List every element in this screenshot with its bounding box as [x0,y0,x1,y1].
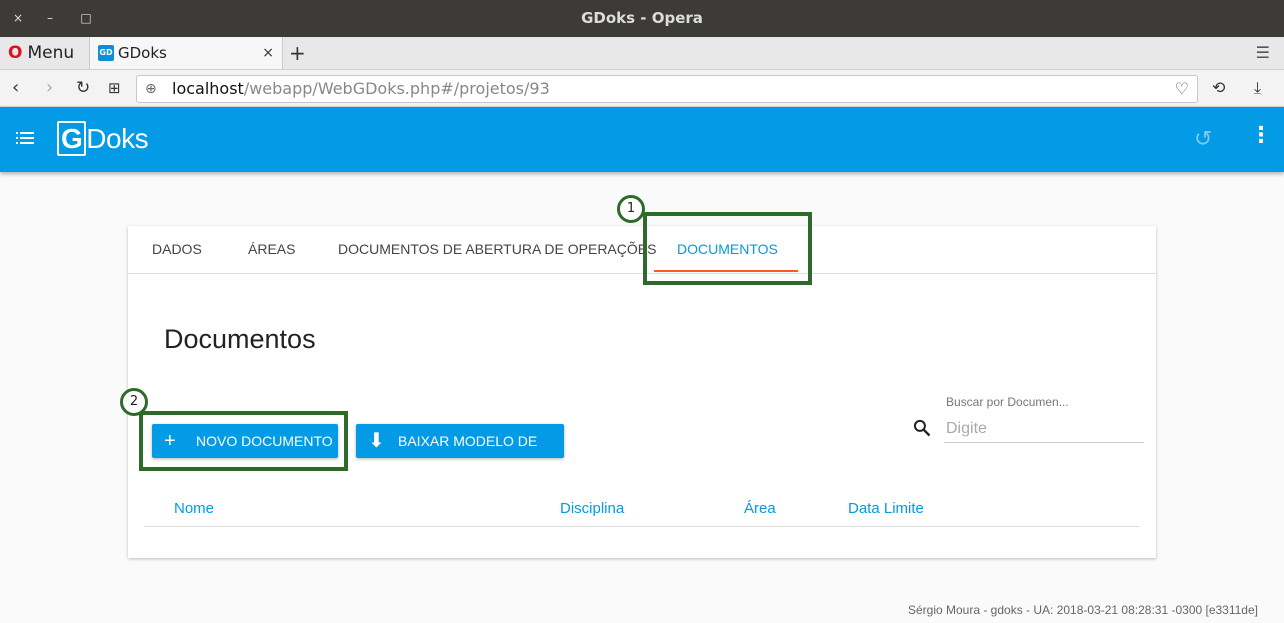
download-ldp-template-button[interactable]: ⬇ BAIXAR MODELO DE LDP [356,424,564,483]
address-bar[interactable]: ⊕ localhost/webapp/WebGDoks.php#/projeto… [136,75,1198,103]
tab-dados[interactable]: DADOS [152,226,202,273]
bookmark-heart-icon[interactable]: ♡ [1175,76,1189,102]
column-area[interactable]: Área [744,500,776,517]
browser-navbar: ‹ › ↻ ⊞ ⊕ localhost/webapp/WebGDoks.php#… [0,70,1284,107]
footer-status: Sérgio Moura - gdoks - UA: 2018-03-21 08… [907,603,1258,617]
gdoks-logo: G Doks [57,121,149,156]
column-nome[interactable]: Nome [174,500,214,517]
new-tab-button[interactable]: + [289,37,306,69]
search-icon [913,419,931,437]
gdoks-favicon-icon: GD [98,45,114,61]
reload-icon[interactable]: ↻ [76,70,90,106]
annotation-badge-2: 2 [120,388,148,416]
tab-documentos-abertura[interactable]: DOCUMENTOS DE ABERTURA DE OPERAÇÕES [338,226,656,273]
page-title: Documentos [164,324,316,354]
forward-icon[interactable]: › [46,70,53,106]
app-toolbar: G Doks ↺ ⋮ [0,107,1284,172]
url-text: localhost/webapp/WebGDoks.php#/projetos/… [172,79,550,98]
globe-icon: ⊕ [145,81,157,97]
sync-icon[interactable]: ⟲ [1212,70,1225,106]
annotation-highlight-documentos-tab [643,212,812,285]
browser-tab-gdoks[interactable]: GD GDoks × [89,37,283,69]
column-data-limite[interactable]: Data Limite [848,500,924,517]
download-ldp-label: BAIXAR MODELO DE LDP [398,433,538,483]
speed-dial-icon[interactable]: ⊞ [108,70,121,106]
opera-menu-label: Menu [27,43,75,63]
sidenav-menu-icon[interactable] [16,130,36,150]
download-icon[interactable]: ⤓ [1254,70,1261,106]
browser-tabstrip: O Menu GD GDoks × + ☰ [0,37,1284,70]
window-title: GDoks - Opera [581,9,703,27]
download-icon: ⬇ [368,430,385,452]
opera-logo-icon: O [8,43,23,63]
search-label: Buscar por Documen... [946,395,1069,409]
project-tabs: DADOS ÁREAS DOCUMENTOS DE ABERTURA DE OP… [128,226,1156,274]
more-vert-icon[interactable]: ⋮ [1250,123,1272,148]
window-titlebar: × – □ GDoks - Opera [0,0,1284,37]
browser-tab-title: GDoks [118,44,167,62]
documents-table-header: Nome Disciplina Área Data Limite [144,492,1139,527]
opera-menu-button[interactable]: O Menu [8,37,74,69]
search-input[interactable] [944,416,1144,443]
tab-areas[interactable]: ÁREAS [248,226,295,273]
history-icon[interactable]: ↺ [1194,127,1212,152]
annotation-badge-1: 1 [617,195,645,223]
annotation-highlight-new-document [139,411,348,471]
back-icon[interactable]: ‹ [12,70,19,106]
column-disciplina[interactable]: Disciplina [560,500,624,517]
tab-menu-icon[interactable]: ☰ [1256,37,1270,69]
tab-close-button[interactable]: × [262,37,274,69]
project-card: DADOS ÁREAS DOCUMENTOS DE ABERTURA DE OP… [128,226,1156,558]
